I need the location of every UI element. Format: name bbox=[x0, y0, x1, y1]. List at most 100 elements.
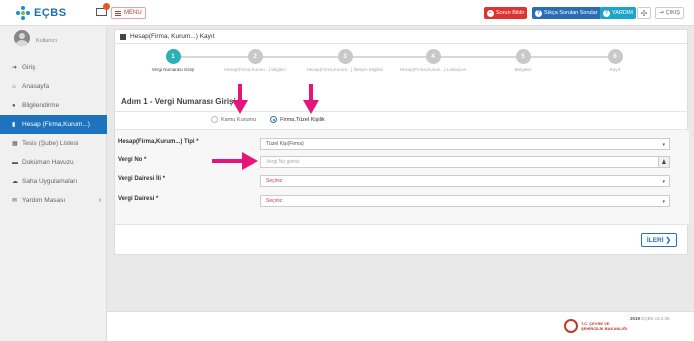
tax-office-label: Vergi Dairesi * bbox=[118, 196, 159, 202]
registration-panel: Hesap(Firma, Kurum...) Kayıt 1 Vergi Num… bbox=[114, 29, 689, 255]
ministry-line2: ŞEHİRCİLİK BAKANLIĞI bbox=[581, 326, 627, 331]
sidebar-item-login[interactable]: ➜ Giriş bbox=[0, 58, 107, 77]
user-name: Kullanıcı bbox=[36, 38, 58, 44]
divider bbox=[115, 111, 689, 112]
sidebar-item-info[interactable]: ● Bilgilendirme bbox=[0, 96, 107, 115]
radio-company[interactable]: Firma,Tüzel Kişilik bbox=[270, 116, 325, 123]
faq-button[interactable]: ? Sıkça Sorulan Sorular bbox=[532, 7, 601, 19]
annotation-arrow-right-icon bbox=[212, 152, 258, 170]
form-row-account-type: Hesap(Firma,Kurum...) Tipi * Tüzel Kişi(… bbox=[115, 138, 689, 150]
radio-circle[interactable] bbox=[211, 116, 218, 123]
footer-version: EÇBS v3.0.35 bbox=[641, 316, 670, 321]
step-5[interactable]: 5 Belgeler bbox=[483, 49, 563, 72]
envelope-icon: ✉ bbox=[12, 198, 18, 204]
folder-icon: ▬ bbox=[12, 159, 18, 166]
sidebar-item-facilities[interactable]: ▦ Tesis (Şube) Listesi bbox=[0, 134, 107, 153]
exit-label: ÇIKIŞ bbox=[665, 10, 680, 16]
ministry-seal-icon bbox=[564, 319, 578, 333]
tax-city-value: Seçiniz bbox=[266, 178, 283, 184]
tax-form: Hesap(Firma,Kurum...) Tipi * Tüzel Kişi(… bbox=[115, 129, 689, 225]
panel-header: Hesap(Firma, Kurum...) Kayıt bbox=[115, 30, 687, 44]
sidebar-item-label: Giriş bbox=[22, 64, 36, 71]
caret-down-icon: ▾ bbox=[662, 199, 665, 205]
book-icon bbox=[120, 33, 126, 40]
step-number: 6 bbox=[607, 49, 623, 64]
sidebar-item-label: Hesap (Firma,Kurum...) bbox=[22, 121, 90, 128]
faq-label: Sıkça Sorulan Sorular bbox=[544, 10, 598, 16]
tax-no-input[interactable]: Vergi No giriniz ♟ bbox=[260, 156, 670, 168]
step-4[interactable]: 4 Hesap(Firma,Kurum...) Lokasyon bbox=[393, 49, 473, 72]
minus-circle-icon: − bbox=[487, 9, 494, 17]
account-type-radio-group: Kamu Kurumu Firma,Tüzel Kişilik bbox=[211, 116, 339, 123]
account-type-select[interactable]: Tüzel Kişi(Firma) ▾ bbox=[260, 138, 670, 150]
logo-icon bbox=[16, 6, 30, 20]
wizard-stepper: 1 Vergi Numarası Girişi 2 Hesap(Firma,Ku… bbox=[115, 46, 689, 86]
cloud-icon: ☁ bbox=[12, 179, 18, 185]
app-logo[interactable]: EÇBS bbox=[16, 6, 67, 20]
user-icon[interactable]: ♟ bbox=[658, 156, 670, 168]
tax-city-select[interactable]: Seçiniz ▾ bbox=[260, 175, 670, 187]
notification-badge bbox=[103, 3, 110, 10]
annotation-arrow-down-icon bbox=[232, 84, 248, 114]
annotation-arrow-down-icon bbox=[303, 84, 319, 114]
ministry-name: T.C. ÇEVRE VE ŞEHİRCİLİK BAKANLIĞI bbox=[581, 321, 627, 331]
step-number: 2 bbox=[247, 49, 263, 64]
next-button[interactable]: İLERİ ❯ bbox=[640, 233, 677, 247]
sidebar-item-home[interactable]: ⌂ Anasayfa bbox=[0, 77, 107, 96]
panel-title: Hesap(Firma, Kurum...) Kayıt bbox=[130, 33, 215, 40]
user-profile[interactable]: Kullanıcı bbox=[14, 30, 57, 46]
app-name: EÇBS bbox=[34, 7, 67, 19]
step-label: Hesap(Firma,Kurum...) İletişim Bilgileri bbox=[306, 67, 384, 72]
step-6[interactable]: 6 Kayıt bbox=[575, 49, 655, 72]
chevron-left-icon: ‹ bbox=[98, 197, 101, 204]
tax-office-select[interactable]: Seçiniz ▾ bbox=[260, 195, 670, 207]
sidebar-item-label: Anasayfa bbox=[22, 83, 50, 90]
info-icon: ● bbox=[12, 102, 16, 109]
sidebar-nav: ➜ Giriş ⌂ Anasayfa ● Bilgilendirme ▮ Hes… bbox=[0, 58, 107, 210]
exit-button[interactable]: ⇥ ÇIKIŞ bbox=[655, 7, 684, 19]
report-error-button[interactable]: − Sorun Bildir bbox=[484, 7, 528, 19]
form-row-tax-no: Vergi No * Vergi No giriniz ♟ bbox=[115, 156, 689, 168]
hamburger-icon bbox=[115, 10, 121, 16]
book-icon: ▮ bbox=[12, 122, 16, 128]
radio-public-institution[interactable]: Kamu Kurumu bbox=[211, 116, 256, 123]
caret-down-icon: ▾ bbox=[662, 179, 665, 185]
step-3[interactable]: 3 Hesap(Firma,Kurum...) İletişim Bilgile… bbox=[305, 49, 385, 72]
tax-no-label: Vergi No * bbox=[118, 157, 147, 163]
menu-label: MENU bbox=[124, 10, 142, 16]
sidebar-item-helpdesk[interactable]: ✉ Yardım Masası ‹ bbox=[0, 191, 107, 210]
account-type-label: Hesap(Firma,Kurum...) Tipi * bbox=[118, 139, 199, 145]
radio-circle[interactable] bbox=[270, 116, 278, 123]
step-number: 4 bbox=[425, 49, 441, 64]
step-1[interactable]: 1 Vergi Numarası Girişi bbox=[133, 49, 213, 72]
step-label: Belgeler bbox=[514, 67, 532, 72]
top-bar: EÇBS MENU − Sorun Bildir ? Sıkça Sorulan… bbox=[0, 0, 694, 26]
step-2[interactable]: 2 Hesap(Firma,Kurum...) Bilgileri bbox=[215, 49, 295, 72]
next-label: İLERİ bbox=[646, 236, 664, 244]
tax-city-label: Vergi Dairesi İli * bbox=[118, 176, 166, 182]
sidebar-item-account[interactable]: ▮ Hesap (Firma,Kurum...) bbox=[0, 115, 107, 134]
sidebar-item-documents[interactable]: ▬ Doküman Havuzu bbox=[0, 153, 107, 172]
chevron-right-icon: ❯ bbox=[665, 237, 671, 244]
step-number: 1 bbox=[165, 49, 181, 64]
help-label: YARDIM bbox=[612, 10, 633, 16]
sidebar-item-label: Tesis (Şube) Listesi bbox=[22, 140, 79, 147]
sign-in-icon: ➜ bbox=[12, 65, 18, 71]
step-label: Vergi Numarası Girişi bbox=[151, 67, 195, 72]
step-label: Hesap(Firma,Kurum...) Bilgileri bbox=[224, 67, 286, 72]
menu-button[interactable]: MENU bbox=[111, 7, 146, 19]
sidebar-item-field-apps[interactable]: ☁ Saha Uygulamaları bbox=[0, 172, 107, 191]
version-info: 2019 EÇBS v3.0.35 bbox=[630, 316, 670, 321]
tax-no-placeholder: Vergi No giriniz bbox=[266, 159, 300, 165]
sidebar: Kullanıcı ➜ Giriş ⌂ Anasayfa ● Bilgilend… bbox=[0, 26, 107, 341]
sidebar-item-label: Yardım Masası bbox=[22, 197, 66, 204]
sidebar-item-label: Doküman Havuzu bbox=[22, 159, 74, 166]
help-icon: ? bbox=[603, 9, 610, 17]
caret-down-icon: ▾ bbox=[662, 142, 665, 148]
question-icon: ? bbox=[535, 9, 542, 17]
step-number: 3 bbox=[337, 49, 353, 64]
help-button[interactable]: ? YARDIM bbox=[600, 7, 636, 19]
expand-icon[interactable]: ✣ bbox=[637, 7, 651, 19]
step-number: 5 bbox=[515, 49, 531, 64]
step-label: Hesap(Firma,Kurum...) Lokasyon bbox=[399, 67, 467, 72]
